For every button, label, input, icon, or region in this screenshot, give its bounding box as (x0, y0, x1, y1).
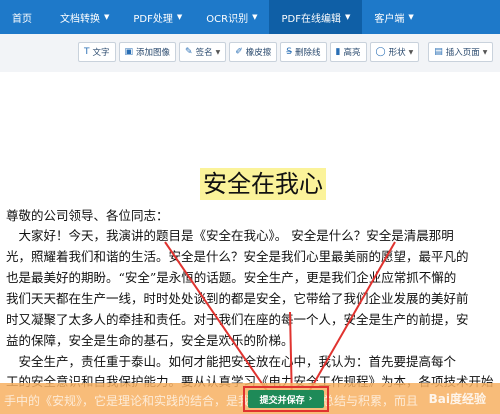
add-image-label: 添加图像 (136, 48, 171, 58)
eraser-label: 橡皮擦 (245, 48, 272, 58)
edit-toolbar: T 文字 ▣ 添加图像 ✎ 签名 ▼ ✐ 橡皮擦 S̶ 删除线 ▮ 高亮 ◯ 形… (0, 34, 500, 73)
nav-item-label: PDF处理 (133, 13, 173, 25)
eraser-button[interactable]: ✐ 橡皮擦 (229, 42, 278, 62)
doc-line: 大家好！今天，我演讲的题目是《安全在我心》。 安全是什么？安全是清晨那明 (6, 228, 454, 243)
caret-down-icon: ▼ (408, 48, 414, 56)
chevron-right-icon: › (308, 394, 313, 404)
nav-item-label: 客户端 (374, 13, 405, 25)
caret-down-icon: ▼ (176, 13, 183, 21)
nav-item-doc-convert[interactable]: 文档转换 ▼ (48, 0, 121, 34)
page-icon: ▤ (434, 47, 443, 57)
banner-faded-text: 手中的《安规》，它是理论和实践的结合，是我们长期的经验总结与积累，而且 (4, 394, 419, 408)
submit-save-button[interactable]: 提交并保存 › (248, 390, 324, 408)
nav-item-label: 首页 (12, 13, 32, 25)
nav-item-ocr[interactable]: OCR识别 ▼ (194, 0, 269, 34)
doc-line: 益的保障，安全是生命的基石，安全是欢乐的阶梯。 (6, 333, 294, 348)
caret-down-icon: ▼ (408, 13, 414, 21)
sign-button[interactable]: ✎ 签名 ▼ (179, 42, 227, 62)
nav-item-pdf-online-edit[interactable]: PDF在线编辑 ▼ (269, 0, 363, 34)
text-tool-button[interactable]: T 文字 (78, 42, 116, 62)
doc-line: 也是最美好的期盼。“安全”是永恒的话题。安全生产，更是我们企业应常抓不懈的 (6, 270, 457, 285)
nav-item-client[interactable]: 客户端 ▼ (362, 0, 425, 34)
caret-down-icon: ▼ (344, 13, 351, 21)
doc-line: 安全生产，责任重于泰山。如何才能把安全放在心中，我认为：首先要提高每个 (6, 354, 457, 369)
shape-button[interactable]: ◯ 形状 ▼ (369, 42, 420, 62)
add-image-button[interactable]: ▣ 添加图像 (118, 42, 177, 62)
doc-line: 尊敬的公司领导、各位同志： (6, 208, 169, 223)
nav-item-label: 文档转换 (60, 13, 100, 25)
highlight-icon: ▮ (335, 47, 341, 57)
nav-item-label: OCR识别 (206, 13, 249, 25)
image-icon: ▣ (124, 47, 134, 57)
strikethrough-icon: S̶ (286, 47, 293, 57)
watermark-logo: Bai度经验 (428, 392, 486, 406)
strikethrough-button[interactable]: S̶ 删除线 (280, 42, 327, 62)
doc-line: 时又凝聚了太多人的牵挂和责任。对于我们在座的每一个人，安全是生产的前提，安 (6, 312, 469, 327)
caret-down-icon: ▼ (482, 48, 488, 56)
nav-item-pdf-process[interactable]: PDF处理 ▼ (121, 0, 194, 34)
caret-down-icon: ▼ (252, 13, 258, 21)
top-nav: 首页 文档转换 ▼ PDF处理 ▼ OCR识别 ▼ PDF在线编辑 ▼ 客户端 … (0, 0, 500, 34)
text-icon: T (84, 47, 90, 57)
eraser-icon: ✐ (235, 47, 243, 57)
insert-page-button[interactable]: ▤ 插入页面 ▼ (428, 42, 494, 62)
sign-label: 签名 (195, 48, 213, 58)
nav-item-home[interactable]: 首页 (0, 0, 48, 34)
doc-line: 我们天天都在生产一线，时时处处谈到的都是安全，它带给了我们企业发展的美好前 (6, 291, 469, 306)
submit-save-label: 提交并保存 (259, 395, 305, 406)
text-tool-label: 文字 (92, 48, 110, 58)
document-title: 安全在我心 (200, 168, 326, 200)
nav-item-label: PDF在线编辑 (281, 13, 341, 25)
caret-down-icon: ▼ (215, 48, 221, 56)
document-canvas[interactable]: 安全在我心 尊敬的公司领导、各位同志： 大家好！今天，我演讲的题目是《安全在我心… (0, 72, 500, 414)
doc-line: 光，照耀着我们和谐的生活。安全是什么？安全是我们心里最美丽的愿望，最平凡的 (6, 249, 469, 264)
shape-label: 形状 (388, 48, 406, 58)
insert-page-label: 插入页面 (445, 48, 480, 58)
shape-icon: ◯ (375, 47, 386, 57)
pen-icon: ✎ (185, 47, 193, 57)
caret-down-icon: ▼ (104, 13, 110, 21)
strike-label: 删除线 (295, 48, 321, 58)
highlight-button[interactable]: ▮ 高亮 (329, 42, 367, 62)
highlight-label: 高亮 (343, 48, 361, 58)
